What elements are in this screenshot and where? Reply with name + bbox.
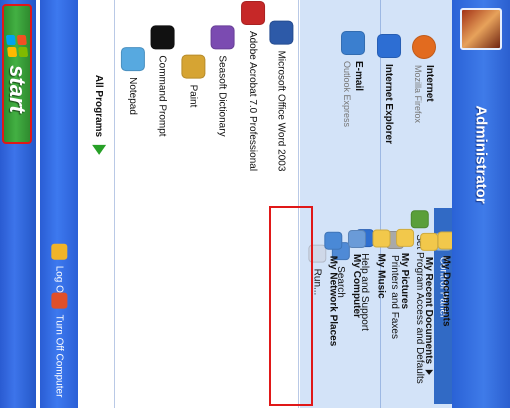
internet-subtitle: Mozilla Firefox (413, 64, 424, 124)
turn-off-computer-button[interactable]: Turn Off Computer (45, 270, 73, 420)
programs-column: All Programs Notepad Command Prompt Pain… (78, 0, 300, 408)
start-label: start (5, 65, 30, 113)
notepad-icon (121, 47, 145, 72)
my-music-item[interactable]: My Music (370, 214, 392, 314)
all-programs-label: All Programs (93, 74, 105, 138)
pinned-email[interactable]: E-mail Outlook Express (336, 4, 370, 154)
outlook-express-icon (341, 30, 365, 55)
taskbar: start (0, 0, 36, 408)
my-network-places-item[interactable]: My Network Places (322, 214, 344, 364)
email-subtitle: Outlook Express (342, 60, 353, 128)
pinned-internet-explorer[interactable]: Internet Explorer (374, 4, 404, 174)
dictionary-icon (211, 25, 235, 50)
control-panel-red-outline (269, 206, 313, 406)
computer-label: My Computer (351, 254, 363, 318)
program-label: Seasoft Dictionary (217, 55, 229, 137)
username: Administrator (472, 104, 490, 204)
email-title: E-mail (353, 60, 365, 91)
documents-label: My Documents (441, 255, 453, 327)
program-label: Microsoft Office Word 2003 (275, 50, 287, 172)
turn-off-label: Turn Off Computer (53, 314, 65, 398)
green-arrow-icon (92, 145, 106, 156)
all-programs-button[interactable]: All Programs (86, 0, 112, 408)
my-documents-item[interactable]: My Documents (438, 214, 456, 344)
program-adobe-acrobat[interactable]: Adobe Acrobat 7.0 Professional (240, 0, 266, 171)
program-label: Adobe Acrobat 7.0 Professional (247, 30, 259, 172)
network-icon (324, 231, 343, 250)
program-label: Command Prompt (157, 55, 169, 137)
avatar[interactable] (460, 8, 502, 50)
pinned-internet-firefox[interactable]: Internet Mozilla Firefox (406, 4, 442, 154)
folder-music-icon (372, 229, 391, 248)
program-paint[interactable]: Paint (180, 6, 206, 156)
windows-logo-icon (5, 35, 29, 58)
submenu-arrow-icon (425, 370, 433, 376)
program-word-2003[interactable]: Microsoft Office Word 2003 (268, 6, 294, 186)
firefox-icon (412, 34, 437, 59)
recent-docs-label: My Recent Documents (423, 256, 435, 365)
pictures-label: My Pictures (399, 252, 411, 310)
recent-documents-icon (420, 232, 438, 251)
start-menu-header: Administrator (452, 0, 510, 408)
log-off-icon (51, 243, 67, 260)
command-prompt-icon (151, 25, 176, 50)
program-command-prompt[interactable]: Command Prompt (150, 6, 176, 156)
divider (114, 0, 115, 408)
start-menu: Log Off Turn Off Computer All Programs N… (40, 0, 510, 408)
ie-title: Internet Explorer (383, 63, 395, 145)
folder-pictures-icon (396, 228, 415, 247)
program-notepad[interactable]: Notepad (120, 6, 146, 156)
start-menu-footer: Log Off Turn Off Computer (40, 0, 78, 408)
computer-icon (348, 230, 366, 249)
program-label: Paint (187, 84, 199, 108)
internet-explorer-icon (377, 33, 401, 58)
word-icon (269, 20, 294, 45)
acrobat-icon (241, 0, 265, 25)
program-label: Notepad (127, 77, 139, 115)
internet-title: Internet (424, 64, 436, 102)
start-button[interactable]: start (2, 4, 32, 144)
music-label: My Music (375, 253, 387, 299)
network-label: My Network Places (327, 255, 339, 347)
my-computer-item[interactable]: My Computer (346, 214, 368, 334)
my-pictures-item[interactable]: My Pictures (394, 214, 416, 324)
run-label: Run... (311, 268, 323, 296)
program-seasoft-dictionary[interactable]: Seasoft Dictionary (210, 6, 236, 156)
paint-icon (181, 54, 206, 79)
power-icon (51, 292, 67, 309)
